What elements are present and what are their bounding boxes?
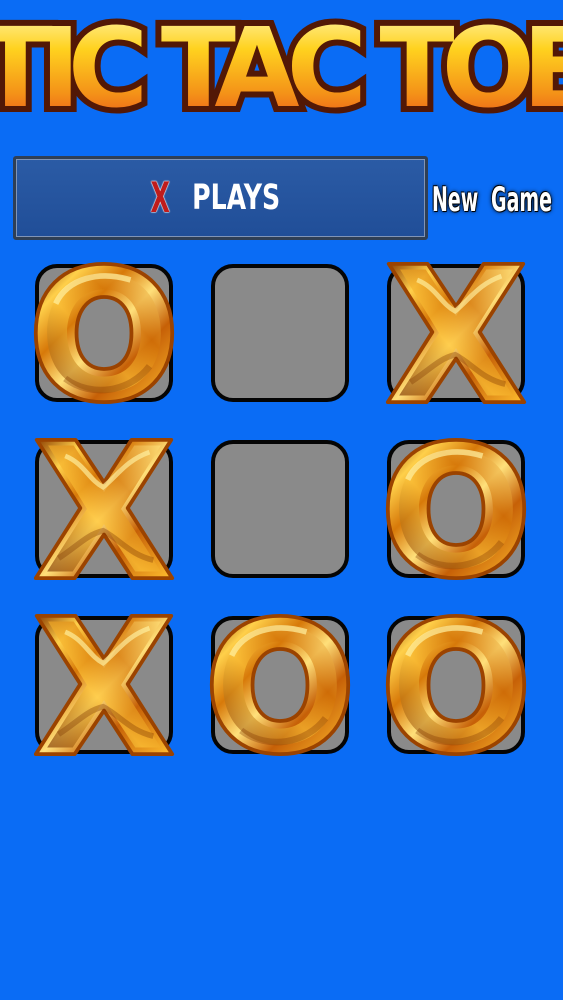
gold-o-icon [209,613,351,757]
cell-1-piece [32,261,176,405]
gold-x-icon [385,261,527,405]
board-cell-4[interactable] [32,437,176,581]
board-cell-1[interactable] [32,261,176,405]
board-cell-6[interactable] [384,437,528,581]
cell-8-piece [208,613,352,757]
cell-7-piece [32,613,176,757]
cell-5-piece [208,437,352,581]
gold-x-icon [33,613,175,757]
board-cell-8[interactable] [208,613,352,757]
gold-o-icon [385,613,527,757]
cell-2-piece [208,261,352,405]
gold-o-icon [33,261,175,405]
board-cell-9[interactable] [384,613,528,757]
turn-status-text: PLAYS [191,177,280,218]
board-cell-7[interactable] [32,613,176,757]
tic-tac-toe-board [32,261,529,757]
board-cell-3[interactable] [384,261,528,405]
board-cell-2[interactable] [211,264,349,402]
turn-status-panel: X PLAYS [13,156,428,240]
cell-4-piece [32,437,176,581]
current-player-mark: X [150,173,171,222]
cell-6-piece [384,437,528,581]
cell-9-piece [384,613,528,757]
new-game-button[interactable]: New Game [432,171,563,229]
cell-3-piece [384,261,528,405]
game-title-logo-art: TIC TAC TOE [0,0,563,130]
game-title-text: TIC TAC TOE [0,4,563,130]
gold-x-icon [33,437,175,581]
gold-o-icon [385,437,527,581]
board-cell-5[interactable] [211,440,349,578]
game-title-logo: TIC TAC TOE [0,0,563,130]
new-game-label: New Game [432,180,553,220]
